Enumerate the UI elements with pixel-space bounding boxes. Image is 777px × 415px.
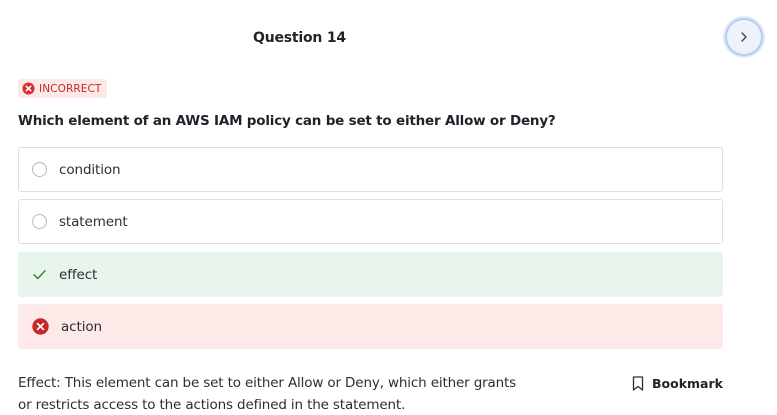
option-label: condition <box>59 161 121 178</box>
radio-button[interactable] <box>32 214 47 229</box>
bookmark-icon <box>632 376 644 391</box>
option-label: action <box>61 318 102 335</box>
chevron-right-icon <box>741 32 747 42</box>
x-circle-icon <box>32 318 49 335</box>
option-effect[interactable]: effect <box>18 252 723 297</box>
x-circle-icon <box>22 82 35 95</box>
explanation-text: Effect: This element can be set to eithe… <box>18 375 517 413</box>
status-badge: INCORRECT <box>18 79 108 98</box>
bookmark-button[interactable]: Bookmark <box>632 376 723 391</box>
option-label: effect <box>59 266 98 283</box>
option-statement[interactable]: statement <box>18 199 723 244</box>
option-label: statement <box>59 213 128 230</box>
next-question-button[interactable] <box>725 18 763 56</box>
bookmark-label: Bookmark <box>652 376 723 391</box>
quiz-page: Question 14 INCORRECT Which element of a… <box>0 0 777 415</box>
checkmark-icon <box>33 270 46 280</box>
radio-button[interactable] <box>32 162 47 177</box>
question-title: Question 14 <box>253 30 346 46</box>
option-condition[interactable]: condition <box>18 147 723 192</box>
option-action[interactable]: action <box>18 304 723 349</box>
question-text: Which element of an AWS IAM policy can b… <box>18 113 556 129</box>
status-label: INCORRECT <box>39 82 102 95</box>
